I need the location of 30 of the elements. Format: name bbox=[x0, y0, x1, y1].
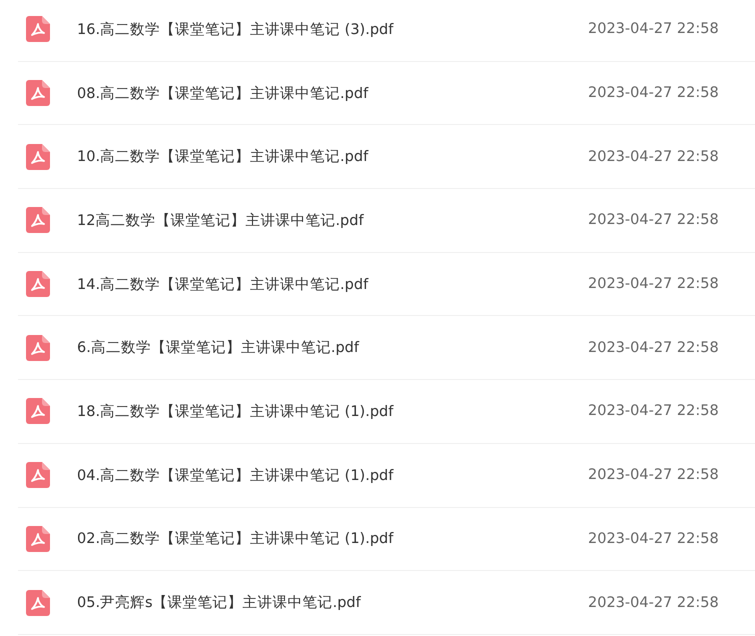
modified-date: 2023-04-27 22:58 bbox=[588, 594, 720, 611]
modified-date: 2023-04-27 22:58 bbox=[588, 276, 720, 292]
pdf-file-icon bbox=[26, 207, 50, 234]
pdf-file-icon bbox=[26, 80, 50, 106]
modified-date: 2023-04-27 22:58 bbox=[588, 212, 720, 228]
modified-date: 2023-04-27 22:58 bbox=[588, 467, 720, 484]
modified-date: 2023-04-27 22:58 bbox=[588, 21, 720, 38]
file-name[interactable]: 6.高二数学【课堂笔记】主讲课中笔记.pdf bbox=[77, 338, 588, 358]
file-name[interactable]: 12高二数学【课堂笔记】主讲课中笔记.pdf bbox=[77, 210, 588, 230]
pdf-file-icon bbox=[26, 590, 50, 616]
modified-date: 2023-04-27 22:58 bbox=[588, 530, 720, 547]
file-name[interactable]: 10.高二数学【课堂笔记】主讲课中笔记.pdf bbox=[77, 147, 588, 166]
pdf-file-icon bbox=[26, 271, 50, 298]
file-name[interactable]: 04.高二数学【课堂笔记】主讲课中笔记 (1).pdf bbox=[77, 466, 588, 485]
pdf-file-icon bbox=[26, 398, 50, 424]
modified-date: 2023-04-27 22:58 bbox=[588, 85, 720, 102]
file-name[interactable]: 05.尹亮辉s【课堂笔记】主讲课中笔记.pdf bbox=[77, 593, 588, 612]
file-name[interactable]: 16.高二数学【课堂笔记】主讲课中笔记 (3).pdf bbox=[77, 20, 588, 39]
file-name[interactable]: 08.高二数学【课堂笔记】主讲课中笔记.pdf bbox=[77, 84, 588, 103]
file-name[interactable]: 14.高二数学【课堂笔记】主讲课中笔记.pdf bbox=[77, 274, 588, 294]
pdf-file-icon bbox=[26, 334, 50, 361]
file-name[interactable]: 02.高二数学【课堂笔记】主讲课中笔记 (1).pdf bbox=[77, 529, 588, 548]
pdf-file-icon bbox=[26, 144, 50, 170]
modified-date: 2023-04-27 22:58 bbox=[588, 148, 720, 165]
file-name[interactable]: 18.高二数学【课堂笔记】主讲课中笔记 (1).pdf bbox=[77, 402, 588, 421]
modified-date: 2023-04-27 22:58 bbox=[588, 403, 720, 420]
modified-date: 2023-04-27 22:58 bbox=[588, 340, 720, 356]
pdf-file-icon bbox=[26, 16, 50, 42]
pdf-file-icon bbox=[26, 462, 50, 488]
pdf-file-icon bbox=[26, 526, 50, 552]
